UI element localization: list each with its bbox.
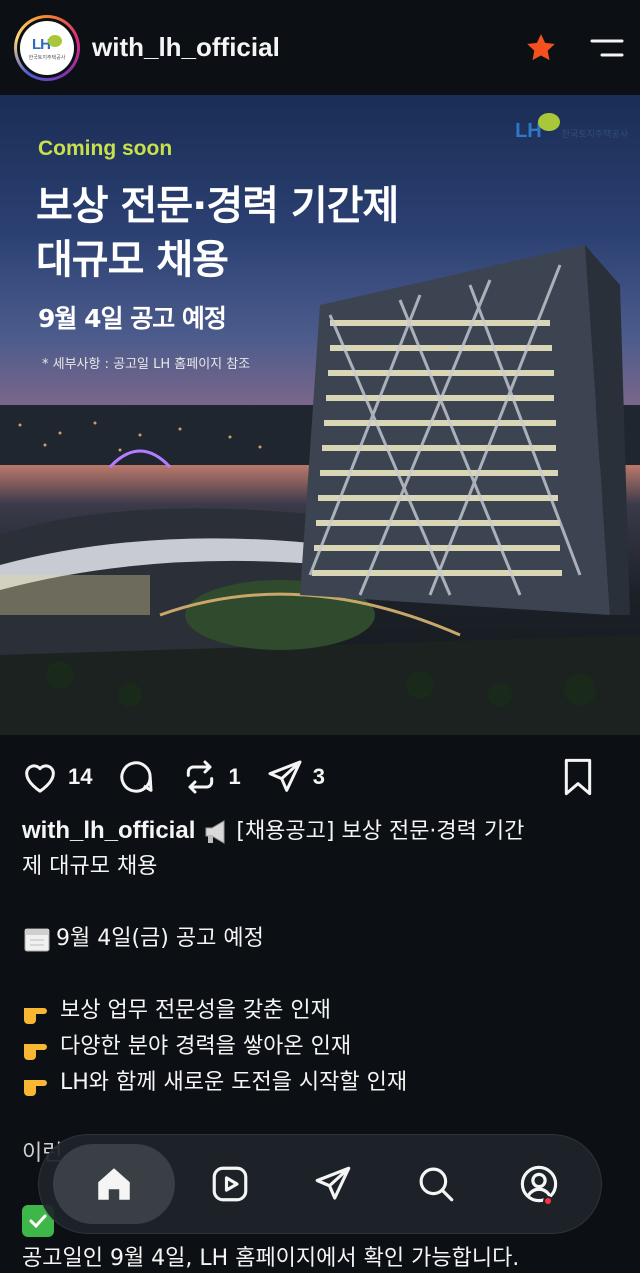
repost-count: 1 <box>228 764 241 789</box>
pointing-hand-icon <box>24 1080 47 1096</box>
calendar-icon <box>24 928 50 952</box>
reels-icon <box>212 1166 248 1202</box>
star-icon[interactable] <box>524 31 558 65</box>
caption-last-line: 공고일인 9월 4일, LH 홈페이지에서 확인 가능합니다. <box>22 1246 520 1271</box>
bookmark-icon <box>564 758 592 796</box>
image-headline: 보상 전문·경력 기간제 대규모 채용 <box>36 183 399 283</box>
pointing-hand-icon <box>24 1008 47 1024</box>
action-bar: 14 1 3 <box>0 744 640 810</box>
comment-icon <box>120 761 153 793</box>
lh-logo: LH 한국토지주택공사 <box>515 113 628 143</box>
avatar-logo-text: LH <box>32 35 51 53</box>
nav-reels[interactable] <box>182 1144 278 1224</box>
caption: with_lh_official [채용공고] 보상 전문·경력 기간 제 대규… <box>22 814 622 1102</box>
bottom-nav <box>38 1134 602 1234</box>
nav-search[interactable] <box>388 1144 484 1224</box>
caption-point-2: 다양한 분야 경력을 쌓아온 인재 <box>60 1034 352 1059</box>
avatar[interactable]: LH 한국토지주택공사 <box>14 14 80 81</box>
avatar-logo-sub: 한국토지주택공사 <box>28 54 66 61</box>
caption-title-cont: 제 대규모 채용 <box>22 854 158 879</box>
caption-date: 9월 4일(금) 공고 예정 <box>56 926 264 951</box>
paper-plane-icon <box>268 760 302 792</box>
home-icon <box>97 1168 130 1200</box>
caption-username[interactable]: with_lh_official <box>22 817 195 844</box>
share-count: 3 <box>312 764 325 789</box>
profile-icon <box>521 1165 558 1203</box>
hamburger-menu-icon[interactable] <box>588 31 626 65</box>
save-button[interactable] <box>560 757 596 797</box>
username[interactable]: with_lh_official <box>92 32 524 63</box>
repost-button[interactable]: 1 <box>180 757 241 797</box>
comment-button[interactable] <box>116 757 156 797</box>
megaphone-icon <box>205 820 225 844</box>
caption-point-1: 보상 업무 전문성을 갖춘 인재 <box>60 998 331 1023</box>
nav-direct[interactable] <box>285 1144 381 1224</box>
pointing-hand-icon <box>24 1044 47 1060</box>
nav-home[interactable] <box>52 1144 175 1224</box>
image-subline: 9월 4일 공고 예정 <box>38 304 227 333</box>
paper-plane-icon <box>315 1166 351 1200</box>
post-header: LH 한국토지주택공사 with_lh_official <box>0 0 640 95</box>
like-button[interactable]: 14 <box>20 757 92 797</box>
caption-point-3: LH와 함께 새로운 도전을 시작할 인재 <box>60 1070 408 1095</box>
image-footnote: * 세부사항 : 공고일 LH 홈페이지 참조 <box>42 357 251 372</box>
heart-icon <box>25 764 55 793</box>
coming-soon-label: Coming soon <box>38 137 173 160</box>
like-count: 14 <box>68 764 93 789</box>
share-button[interactable]: 3 <box>265 757 325 797</box>
caption-title: [채용공고] 보상 전문·경력 기간 <box>236 819 525 844</box>
search-icon <box>419 1167 454 1202</box>
nav-profile[interactable] <box>491 1144 587 1224</box>
repost-icon <box>187 760 214 794</box>
post-image[interactable]: LH 한국토지주택공사 Coming soon 보상 전문·경력 기간제 대규모… <box>0 95 640 735</box>
